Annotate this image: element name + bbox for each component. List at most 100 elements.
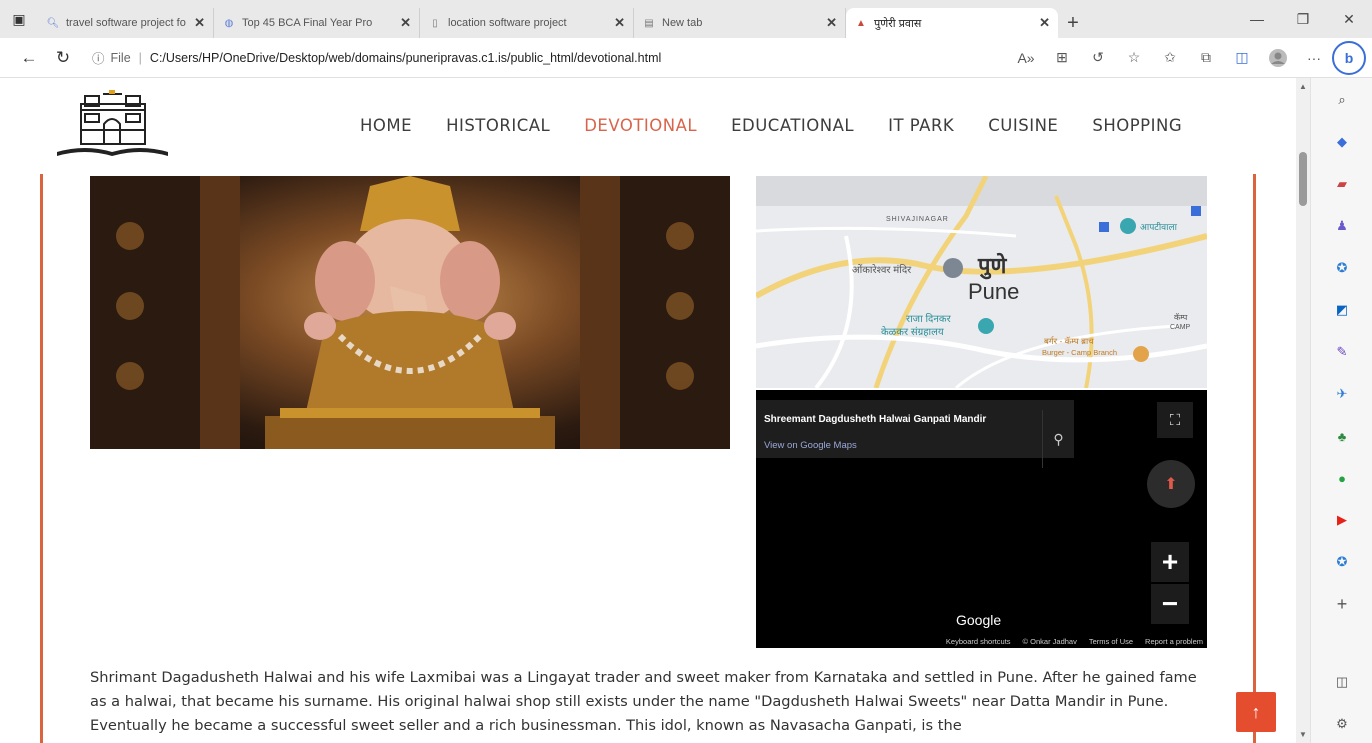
pune-map[interactable]: SHIVAJINAGAR आपटीवाला ओंकारेश्वर मंदिर प… (756, 176, 1207, 388)
close-tab-icon[interactable]: ✕ (1039, 15, 1050, 31)
nav-historical[interactable]: HISTORICAL (446, 116, 550, 135)
refresh-page-icon[interactable]: ↺ (1080, 43, 1116, 73)
close-tab-icon[interactable]: ✕ (614, 15, 625, 31)
scroll-up-arrow-icon[interactable]: ▲ (1299, 82, 1307, 91)
info-icon[interactable]: ⓘ (92, 48, 105, 67)
main-nav: HOME HISTORICAL DEVOTIONAL EDUCATIONAL I… (360, 116, 1216, 135)
restore-icon[interactable]: ❐ (1280, 0, 1326, 38)
tab-title: travel software project fo (66, 17, 186, 29)
tab-title: New tab (662, 17, 703, 29)
close-tab-icon[interactable]: ✕ (400, 15, 411, 31)
whatsapp-icon[interactable]: ● (1332, 468, 1352, 488)
map-label-museum-1: राजा दिनकर (906, 314, 951, 325)
zoom-in-button[interactable]: + (1151, 542, 1189, 582)
page-scrollbar[interactable]: ▲ ▼ (1296, 78, 1310, 743)
map-footer: Keyboard shortcuts © Onkar Jadhav Terms … (934, 637, 1203, 646)
read-aloud-icon[interactable]: A» (1008, 43, 1044, 73)
favorites-star-icon[interactable]: ☆ (1116, 43, 1152, 73)
place-card: Shreemant Dagdusheth Halwai Ganpati Mand… (756, 400, 1074, 468)
shopping-tag-icon[interactable]: ◆ (1332, 132, 1352, 152)
map-label-area: SHIVAJINAGAR (886, 216, 949, 223)
description-paragraph: Shrimant Dagadusheth Halwai and his wife… (90, 669, 1197, 734)
browser-tab[interactable]: ◍ Top 45 BCA Final Year Pro ✕ (214, 8, 420, 38)
designer-icon[interactable]: ✎ (1332, 342, 1352, 362)
app-available-icon[interactable]: ⊞ (1044, 43, 1080, 73)
google-maps-embed[interactable]: Shreemant Dagdusheth Halwai Ganpati Mand… (756, 390, 1207, 648)
view-on-google-maps-link[interactable]: View on Google Maps (764, 440, 857, 451)
outlook-icon[interactable]: ◩ (1332, 300, 1352, 320)
scroll-down-arrow-icon[interactable]: ▼ (1299, 730, 1307, 739)
tools-briefcase-icon[interactable]: ▰ (1332, 174, 1352, 194)
map-label-burger-marathi: बर्गर - कॅम्प ब्राच (1044, 336, 1094, 346)
drop-icon[interactable]: ✈ (1332, 384, 1352, 404)
map-label-museum-2: केळकर संग्रहालय (881, 327, 944, 338)
zoom-out-button[interactable]: − (1151, 584, 1189, 624)
page-tab-icon: ▯ (432, 17, 438, 29)
browser-tab[interactable]: ▤ New tab ✕ (634, 8, 846, 38)
map-label-city: Pune (968, 279, 1020, 304)
google-logo: Google (956, 612, 1002, 628)
tab-title: location software project (448, 17, 567, 29)
close-tab-icon[interactable]: ✕ (194, 15, 205, 31)
site-favicon: ▲ (856, 17, 866, 29)
minimize-icon[interactable]: — (1234, 0, 1280, 38)
keyboard-shortcuts-link[interactable]: Keyboard shortcuts (946, 637, 1011, 646)
browser-tab-active[interactable]: ▲ पुणेरी प्रवास ✕ (846, 8, 1058, 38)
more-menu-icon[interactable]: ··· (1296, 43, 1332, 73)
add-app-icon[interactable]: + (1332, 594, 1352, 614)
new-tab-button[interactable]: + (1058, 8, 1088, 38)
web-page-viewport: HOME HISTORICAL DEVOTIONAL EDUCATIONAL I… (0, 78, 1310, 743)
browser-tab[interactable]: ▯ location software project ✕ (420, 8, 634, 38)
nav-devotional[interactable]: DEVOTIONAL (584, 116, 697, 135)
close-window-icon[interactable]: ✕ (1326, 0, 1372, 38)
compass-icon[interactable]: ⬆ (1147, 460, 1195, 508)
close-tab-icon[interactable]: ✕ (826, 15, 837, 31)
map-label-burger: Burger - Camp Branch (1042, 348, 1118, 357)
nav-cuisine[interactable]: CUISINE (988, 116, 1058, 135)
map-attribution: © Onkar Jadhav (1022, 637, 1077, 646)
profile-avatar[interactable] (1260, 43, 1296, 73)
report-problem-link[interactable]: Report a problem (1145, 637, 1203, 646)
browser-tab[interactable]: 🔍︎ travel software project fo ✕ (38, 8, 214, 38)
tab-title: पुणेरी प्रवास (874, 17, 922, 30)
nav-educational[interactable]: EDUCATIONAL (731, 116, 854, 135)
back-icon[interactable]: ← (12, 41, 46, 75)
directions-pin-icon[interactable]: ⚲ (1042, 410, 1074, 468)
url-text[interactable]: C:/Users/HP/OneDrive/Desktop/web/domains… (150, 51, 661, 65)
scroll-to-top-button[interactable]: ↑ (1236, 692, 1276, 732)
search-icon[interactable]: ⌕ (1332, 90, 1352, 110)
microsoft-start-icon[interactable]: ✪ (1332, 552, 1352, 572)
nav-it-park[interactable]: IT PARK (888, 116, 954, 135)
site-header: HOME HISTORICAL DEVOTIONAL EDUCATIONAL I… (0, 78, 1296, 174)
tab-title: Top 45 BCA Final Year Pro (242, 17, 373, 29)
edge-sidebar: ⌕ ◆ ▰ ♟ ✪ ◩ ✎ ✈ ♣ ● ▶ ✪ + ◫ ⚙ (1310, 78, 1372, 743)
terms-of-use-link[interactable]: Terms of Use (1089, 637, 1133, 646)
scrollbar-thumb[interactable] (1299, 152, 1307, 206)
address-bar[interactable]: ⓘ File | C:/Users/HP/OneDrive/Desktop/we… (92, 44, 812, 72)
nav-shopping[interactable]: SHOPPING (1092, 116, 1182, 135)
youtube-icon[interactable]: ▶ (1332, 510, 1352, 530)
map-label-place: आपटीवाला (1140, 222, 1177, 232)
map-label-camp: CAMP (1170, 324, 1191, 331)
browser-tab-bar: ▣ 🔍︎ travel software project fo ✕ ◍ Top … (0, 0, 1372, 38)
refresh-icon[interactable]: ↻ (46, 41, 80, 75)
bing-copilot-icon[interactable]: b (1332, 40, 1366, 75)
tab-actions-icon[interactable]: ▣ (0, 0, 38, 38)
map-label-temple: ओंकारेश्वर मंदिर (852, 265, 912, 276)
collections-icon[interactable]: ⧉ (1188, 43, 1224, 73)
settings-gear-icon[interactable]: ⚙ (1332, 714, 1352, 734)
microsoft365-icon[interactable]: ✪ (1332, 258, 1352, 278)
map-label-city-marathi: पुणे (978, 253, 1007, 278)
fullscreen-icon[interactable]: ⛶ (1157, 402, 1193, 438)
hide-sidebar-icon[interactable]: ◫ (1332, 672, 1352, 692)
games-icon[interactable]: ♟ (1332, 216, 1352, 236)
address-toolbar: ← ↻ ⓘ File | C:/Users/HP/OneDrive/Deskto… (0, 38, 1372, 78)
favorites-icon[interactable]: ✩ (1152, 43, 1188, 73)
tree-icon[interactable]: ♣ (1332, 426, 1352, 446)
nav-home[interactable]: HOME (360, 116, 412, 135)
place-name: Shreemant Dagdusheth Halwai Ganpati Mand… (764, 414, 987, 425)
ganpati-idol-image (90, 176, 730, 449)
browser-essentials-icon[interactable]: ◫ (1224, 43, 1260, 73)
site-logo[interactable] (55, 90, 170, 164)
search-tab-icon: 🔍︎ (46, 17, 60, 29)
